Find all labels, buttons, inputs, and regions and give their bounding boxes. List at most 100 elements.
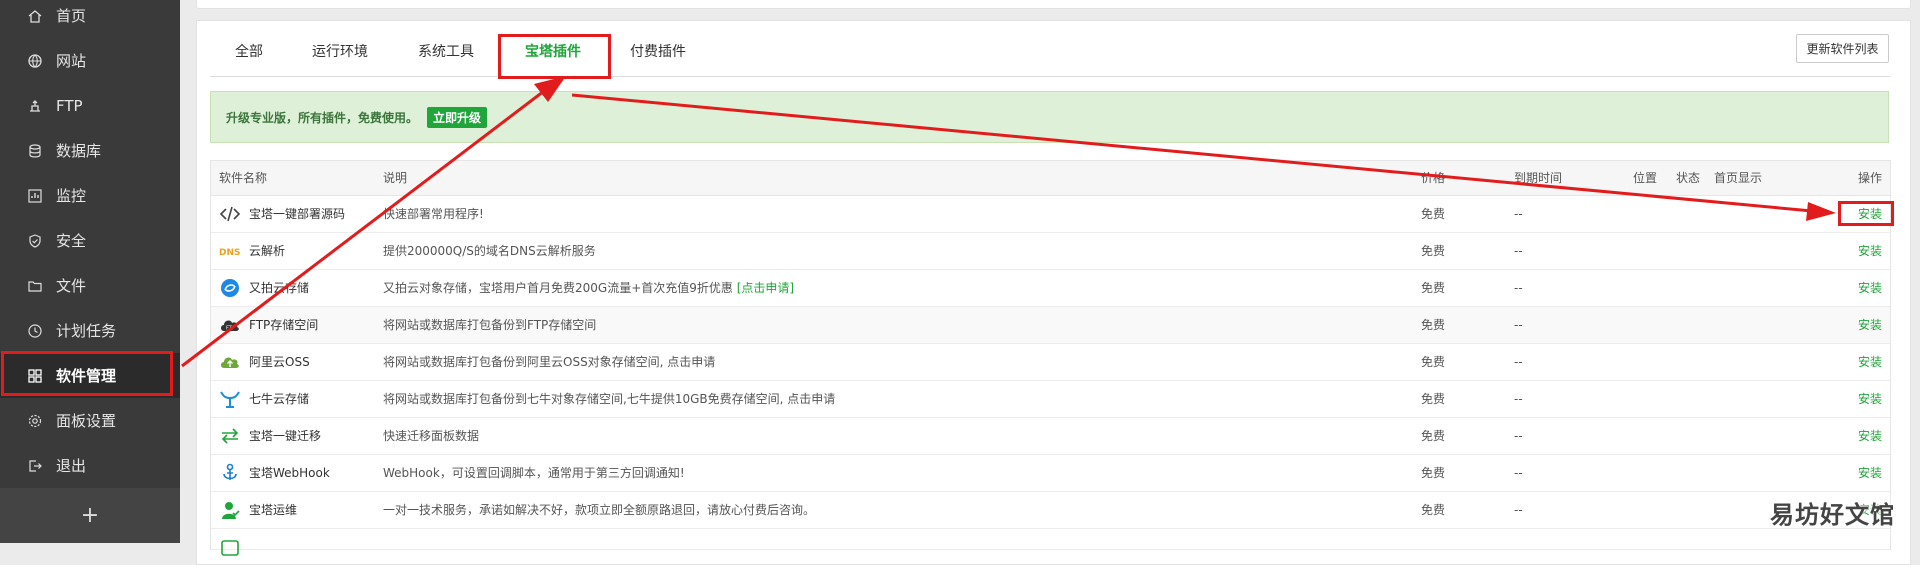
header-expire[interactable]: 到期时间 (1514, 161, 1562, 195)
plugin-name: 宝塔运维 (249, 503, 298, 517)
upgrade-banner: 升级专业版，所有插件，免费使用。 立即升级 (210, 91, 1889, 143)
webhook-icon (219, 463, 241, 483)
add-menu-button[interactable]: + (0, 488, 180, 543)
ops-icon (219, 500, 241, 520)
plugin-desc: 提供200000Q/S的域名DNS云解析服务 (383, 244, 596, 258)
install-button[interactable]: 安装 (1858, 307, 1882, 343)
table-row: 阿里云OSS 将网站或数据库打包备份到阿里云OSS对象存储空间, 点击申请 免费… (211, 344, 1890, 381)
qiniu-icon (219, 389, 241, 409)
header-status: 状态 (1676, 171, 1701, 185)
folder-icon (27, 278, 43, 294)
tab-system-tools[interactable]: 系统工具 (418, 38, 474, 77)
ftp-icon (27, 98, 43, 114)
header-home: 首页显示 (1714, 171, 1763, 185)
plugin-desc: 将网站或数据库打包备份到七牛对象存储空间,七牛提供10GB免费存储空间, 点击申… (383, 392, 836, 406)
ftp-cloud-icon: FTP (219, 315, 241, 335)
shield-icon (27, 233, 43, 249)
table-header: 软件名称 说明 价格 到期时间 位置 状态 首页显示 操作 (211, 161, 1890, 196)
plugin-price: 免费 (1421, 207, 1446, 221)
plugin-desc: 又拍云对象存储，宝塔用户首月免费200G流量+首次充值9折优惠 [点击申请] (383, 270, 794, 306)
aliyun-oss-icon (219, 352, 241, 372)
sidebar-item-label: 文件 (56, 277, 87, 295)
header-name[interactable]: 软件名称 (219, 161, 267, 195)
table-row: 宝塔运维 一对一技术服务，承诺如解决不好，款项立即全额原路退回，请放心付费后咨询… (211, 492, 1890, 529)
svg-text:FTP: FTP (226, 326, 235, 332)
globe-icon (27, 53, 43, 69)
sidebar-item-label: 安全 (56, 232, 87, 250)
tab-all[interactable]: 全部 (235, 38, 263, 77)
dns-icon: DNS (219, 241, 241, 261)
sidebar-item-monitor[interactable]: 监控 (0, 173, 180, 218)
install-button[interactable]: 安装 (1858, 270, 1882, 306)
plugin-price: 免费 (1421, 466, 1446, 480)
sidebar: 首页 网站 FTP 数据库 监控 安全 文件 计划任务 软件管理 面板设置 退出… (0, 0, 180, 543)
tab-runtime[interactable]: 运行环境 (312, 38, 368, 77)
plugin-expire: -- (1514, 207, 1523, 221)
header-price[interactable]: 价格 (1421, 161, 1445, 195)
plugin-desc: 将网站或数据库打包备份到FTP存储空间 (383, 318, 597, 332)
gear-icon (27, 413, 43, 429)
plugin-price: 免费 (1421, 281, 1446, 295)
shield-icon (219, 537, 241, 557)
database-icon (27, 143, 43, 159)
plugin-expire: -- (1514, 392, 1523, 406)
header-action: 操作 (1857, 171, 1882, 185)
plugin-desc: 快速迁移面板数据 (383, 429, 480, 443)
tab-paid-plugins[interactable]: 付费插件 (630, 38, 686, 77)
sidebar-item-files[interactable]: 文件 (0, 263, 180, 308)
plugin-expire: -- (1514, 429, 1523, 443)
migrate-icon (219, 426, 241, 446)
apply-link[interactable]: [点击申请] (737, 281, 794, 295)
plugin-name: 七牛云存储 (249, 392, 310, 406)
header-location: 位置 (1633, 171, 1658, 185)
monitor-icon (27, 188, 43, 204)
install-button[interactable]: 安装 (1858, 455, 1882, 491)
sidebar-item-label: FTP (56, 96, 83, 115)
banner-text: 升级专业版，所有插件，免费使用。 (226, 111, 419, 125)
annotation-box-software (1, 351, 173, 396)
plugin-expire: -- (1514, 503, 1523, 517)
sidebar-item-cron[interactable]: 计划任务 (0, 308, 180, 353)
install-button[interactable]: 安装 (1858, 233, 1882, 269)
plugin-name: 宝塔一键迁移 (249, 429, 322, 443)
svg-text:DNS: DNS (219, 248, 241, 258)
update-software-list-button[interactable]: 更新软件列表 (1796, 34, 1889, 63)
install-button[interactable]: 安装 (1858, 418, 1882, 454)
plugin-desc: WebHook，可设置回调脚本，通常用于第三方回调通知! (383, 466, 685, 480)
plugin-name: 宝塔WebHook (249, 466, 330, 480)
sidebar-item-logout[interactable]: 退出 (0, 443, 180, 488)
sidebar-item-security[interactable]: 安全 (0, 218, 180, 263)
table-row: DNS 云解析 提供200000Q/S的域名DNS云解析服务 免费 -- 安装 (211, 233, 1890, 270)
table-row: 宝塔WebHook WebHook，可设置回调脚本，通常用于第三方回调通知! 免… (211, 455, 1890, 492)
table-row: 宝塔一键迁移 快速迁移面板数据 免费 -- 安装 (211, 418, 1890, 455)
sidebar-item-label: 数据库 (56, 142, 102, 160)
sidebar-item-ftp[interactable]: FTP (0, 83, 180, 128)
plugin-price: 免费 (1421, 355, 1446, 369)
home-icon (27, 8, 43, 24)
plugin-price: 免费 (1421, 318, 1446, 332)
sidebar-item-database[interactable]: 数据库 (0, 128, 180, 173)
sidebar-item-website[interactable]: 网站 (0, 38, 180, 83)
plugin-table: 软件名称 说明 价格 到期时间 位置 状态 首页显示 操作 宝塔一键部署源码 快… (210, 160, 1891, 556)
plugin-desc-text: 又拍云对象存储，宝塔用户首月免费200G流量+首次充值9折优惠 (383, 281, 737, 295)
table-row: 七牛云存储 将网站或数据库打包备份到七牛对象存储空间,七牛提供10GB免费存储空… (211, 381, 1890, 418)
plugin-price: 免费 (1421, 429, 1446, 443)
install-button[interactable]: 安装 (1858, 381, 1882, 417)
plugin-expire: -- (1514, 318, 1523, 332)
install-button[interactable]: 安装 (1858, 344, 1882, 380)
watermark-text: 易坊好文馆 (1770, 501, 1895, 529)
table-row: FTP FTP存储空间 将网站或数据库打包备份到FTP存储空间 免费 -- 安装 (211, 307, 1890, 344)
sidebar-item-label: 退出 (56, 457, 87, 475)
sidebar-item-label: 监控 (56, 187, 87, 205)
plugin-desc: 快速部署常用程序! (383, 207, 484, 221)
sidebar-item-settings[interactable]: 面板设置 (0, 398, 180, 443)
table-row: 宝塔一键部署源码 快速部署常用程序! 免费 -- 安装 (211, 196, 1890, 233)
plugin-desc: 一对一技术服务，承诺如解决不好，款项立即全额原路退回，请放心付费后咨询。 (383, 503, 816, 517)
upyun-icon (219, 278, 241, 298)
upgrade-now-button[interactable]: 立即升级 (427, 107, 487, 128)
annotation-box-tab (498, 34, 611, 79)
sidebar-item-home[interactable]: 首页 (0, 0, 180, 38)
plugin-expire: -- (1514, 355, 1523, 369)
plugin-name: 又拍云存储 (249, 281, 310, 295)
plugin-name: 宝塔一键部署源码 (249, 207, 346, 221)
